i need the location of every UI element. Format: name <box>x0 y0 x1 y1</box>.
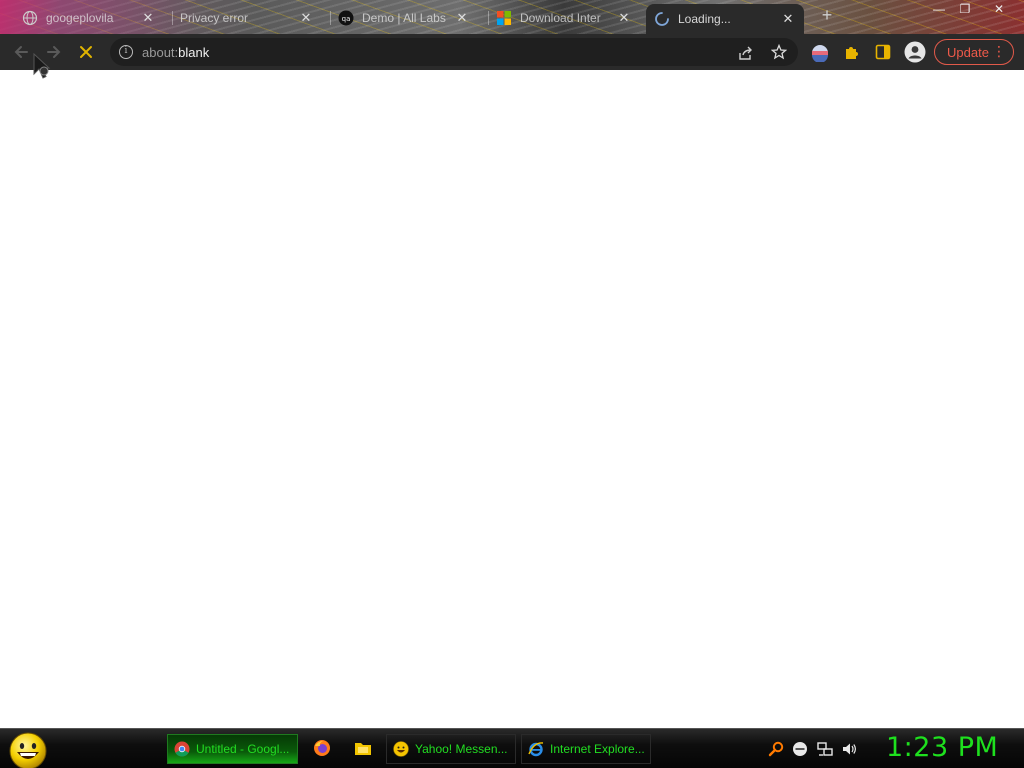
mouse-cursor-icon <box>33 52 51 79</box>
extensions-puzzle-icon[interactable] <box>843 44 860 61</box>
tab-title: Download Inter <box>520 11 601 25</box>
update-button[interactable]: Update ⋮ <box>934 39 1014 65</box>
back-button[interactable] <box>9 40 33 64</box>
minimize-button[interactable]: — <box>926 0 952 18</box>
svg-text:qa: qa <box>342 15 351 23</box>
taskbar-item-label: Untitled - Googl... <box>196 742 290 756</box>
tab-title: Loading... <box>678 12 731 26</box>
extension-flag-icon[interactable] <box>811 44 829 62</box>
update-label: Update <box>947 44 989 60</box>
firefox-icon[interactable] <box>313 739 331 757</box>
tab-title: googeplovila <box>46 11 114 25</box>
taskbar-item-yahoo-messenger[interactable]: Yahoo! Messen... <box>386 734 516 764</box>
side-panel-icon[interactable] <box>875 44 891 60</box>
tray-status-icon[interactable] <box>792 741 808 757</box>
taskbar-item-label: Yahoo! Messen... <box>415 742 508 756</box>
search-magnifier-icon[interactable] <box>768 741 784 757</box>
taskbar-item-chrome[interactable]: Untitled - Googl... <box>167 734 298 764</box>
tab-close-icon[interactable]: ✕ <box>780 11 796 27</box>
desktop-screen: googeplovila ✕ Privacy error ✕ qa Demo |… <box>0 0 1024 768</box>
tab-strip: googeplovila ✕ Privacy error ✕ qa Demo |… <box>0 0 1024 34</box>
file-explorer-icon[interactable] <box>354 739 372 757</box>
tab-title: Demo | All Labs <box>362 11 446 25</box>
tab-demo-all-labs[interactable]: qa Demo | All Labs ✕ <box>330 4 478 32</box>
url-host: blank <box>178 45 210 60</box>
qa-logo-icon: qa <box>338 10 354 26</box>
close-window-button[interactable]: ✕ <box>986 0 1012 18</box>
address-bar[interactable]: i about:blank <box>110 38 798 66</box>
tab-privacy-error[interactable]: Privacy error ✕ <box>172 4 322 32</box>
tab-download-inter[interactable]: Download Inter ✕ <box>488 4 640 32</box>
tab-close-icon[interactable]: ✕ <box>616 10 632 26</box>
globe-icon <box>22 10 38 26</box>
arrow-left-icon <box>14 46 28 58</box>
browser-toolbar: i about:blank Update ⋮ <box>0 34 1024 70</box>
volume-speaker-icon[interactable] <box>841 741 857 757</box>
spinner-icon <box>655 12 669 26</box>
maximize-button[interactable]: ❐ <box>952 0 978 18</box>
page-viewport <box>0 70 1024 728</box>
taskbar-clock[interactable]: 1:23 PM <box>886 732 998 763</box>
stop-x-icon <box>80 46 92 58</box>
start-smiley-icon[interactable] <box>9 732 47 768</box>
new-tab-button[interactable]: + <box>818 6 836 25</box>
menu-kebab-icon[interactable]: ⋮ <box>992 43 1006 59</box>
taskbar: Untitled - Googl... Yahoo! Messen... Int… <box>0 728 1024 768</box>
tab-loading-active[interactable]: Loading... ✕ <box>646 4 804 34</box>
tab-title: Privacy error <box>180 11 249 25</box>
network-icon[interactable] <box>817 741 833 757</box>
tab-close-icon[interactable]: ✕ <box>298 10 314 26</box>
stop-loading-button[interactable] <box>74 40 98 64</box>
taskbar-item-internet-explorer[interactable]: Internet Explore... <box>521 734 651 764</box>
tab-googeplovila[interactable]: googeplovila ✕ <box>14 4 164 32</box>
taskbar-item-label: Internet Explore... <box>550 742 645 756</box>
bookmark-star-icon[interactable] <box>771 44 787 60</box>
site-info-icon[interactable]: i <box>119 45 133 59</box>
profile-avatar-icon[interactable] <box>904 41 926 63</box>
internet-explorer-icon <box>528 742 544 757</box>
url-text[interactable]: about:blank <box>142 45 209 60</box>
share-icon[interactable] <box>738 45 754 61</box>
yahoo-messenger-icon <box>393 741 409 757</box>
microsoft-logo-icon <box>497 11 511 25</box>
url-scheme: about: <box>142 45 179 60</box>
tab-close-icon[interactable]: ✕ <box>454 10 470 26</box>
tab-close-icon[interactable]: ✕ <box>140 10 156 26</box>
chrome-icon <box>174 741 190 757</box>
